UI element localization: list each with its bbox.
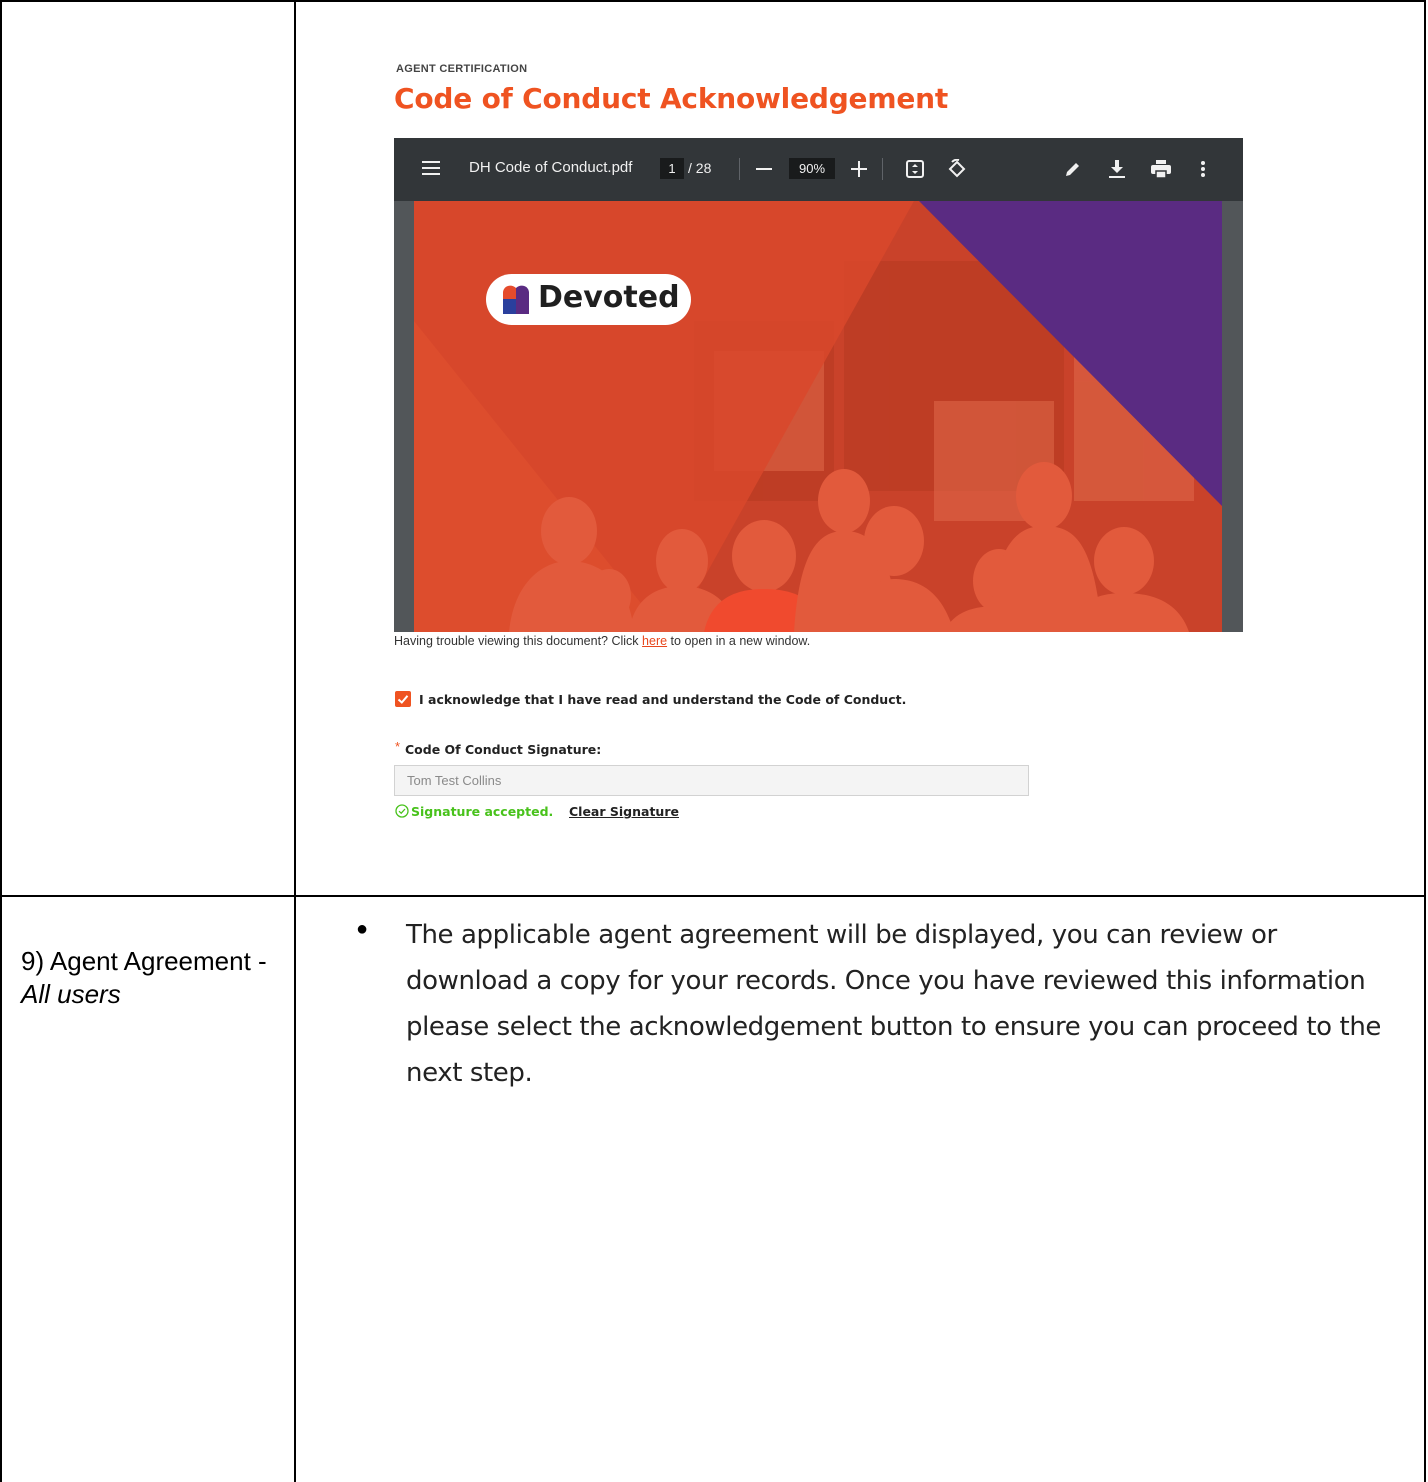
fit-page-icon[interactable] bbox=[906, 160, 924, 178]
acknowledge-checkbox[interactable] bbox=[395, 691, 411, 707]
devoted-brand-text: Devoted bbox=[538, 280, 680, 315]
pdf-file-name: DH Code of Conduct.pdf bbox=[469, 159, 633, 176]
zoom-level-input[interactable]: 90% bbox=[789, 158, 835, 179]
step-label: 9) Agent Agreement - All users bbox=[21, 945, 271, 1011]
pdf-toolbar: DH Code of Conduct.pdf 1 / 28 90% bbox=[394, 138, 1243, 201]
signature-label: Code Of Conduct Signature: bbox=[405, 742, 602, 757]
pdf-page-cover: Devoted bbox=[414, 201, 1222, 632]
page-total: / 28 bbox=[688, 160, 712, 176]
pen-icon[interactable] bbox=[1064, 160, 1082, 178]
signature-status: Signature accepted. bbox=[411, 804, 554, 819]
clear-signature-link[interactable]: Clear Signature bbox=[569, 804, 679, 819]
help-text-after: to open in a new window. bbox=[667, 634, 811, 648]
pdf-viewer: DH Code of Conduct.pdf 1 / 28 90% Devote… bbox=[394, 138, 1243, 632]
toolbar-separator bbox=[739, 158, 740, 180]
required-marker: * bbox=[395, 739, 401, 754]
table-border-right bbox=[1424, 0, 1426, 1482]
zoom-in-icon[interactable] bbox=[851, 161, 867, 177]
more-icon[interactable] bbox=[1201, 161, 1205, 177]
section-eyebrow: AGENT CERTIFICATION bbox=[396, 63, 528, 75]
cover-artwork bbox=[414, 201, 1222, 632]
help-text-before: Having trouble viewing this document? Cl… bbox=[394, 634, 643, 648]
bullet-marker: ● bbox=[356, 918, 369, 940]
check-circle-icon bbox=[395, 804, 409, 823]
devoted-logo: Devoted bbox=[486, 274, 691, 325]
viewer-help-text: Having trouble viewing this document? Cl… bbox=[394, 634, 810, 648]
acknowledge-label[interactable]: I acknowledge that I have read and under… bbox=[419, 692, 906, 707]
signature-input[interactable]: Tom Test Collins bbox=[394, 765, 1029, 796]
page-title: Code of Conduct Acknowledgement bbox=[394, 82, 949, 115]
toolbar-separator bbox=[882, 158, 883, 180]
step-audience: All users bbox=[21, 979, 121, 1009]
table-border-left bbox=[0, 0, 2, 1482]
checkmark-icon bbox=[397, 695, 409, 704]
devoted-heart-icon bbox=[503, 285, 529, 314]
open-in-new-window-link[interactable]: here bbox=[642, 634, 667, 648]
download-icon[interactable] bbox=[1109, 160, 1125, 178]
row-divider bbox=[0, 895, 1426, 897]
zoom-out-icon[interactable] bbox=[756, 168, 772, 170]
page-number-input[interactable]: 1 bbox=[660, 158, 684, 179]
code-of-conduct-screenshot: AGENT CERTIFICATION Code of Conduct Ackn… bbox=[394, 55, 1244, 835]
print-icon[interactable] bbox=[1151, 160, 1171, 178]
table-border-top bbox=[0, 0, 1426, 2]
step-description: The applicable agent agreement will be d… bbox=[406, 920, 1382, 1088]
rotate-icon[interactable] bbox=[947, 159, 967, 179]
step-title: 9) Agent Agreement - bbox=[21, 946, 267, 976]
column-divider bbox=[294, 0, 296, 1482]
menu-icon[interactable] bbox=[422, 161, 440, 175]
